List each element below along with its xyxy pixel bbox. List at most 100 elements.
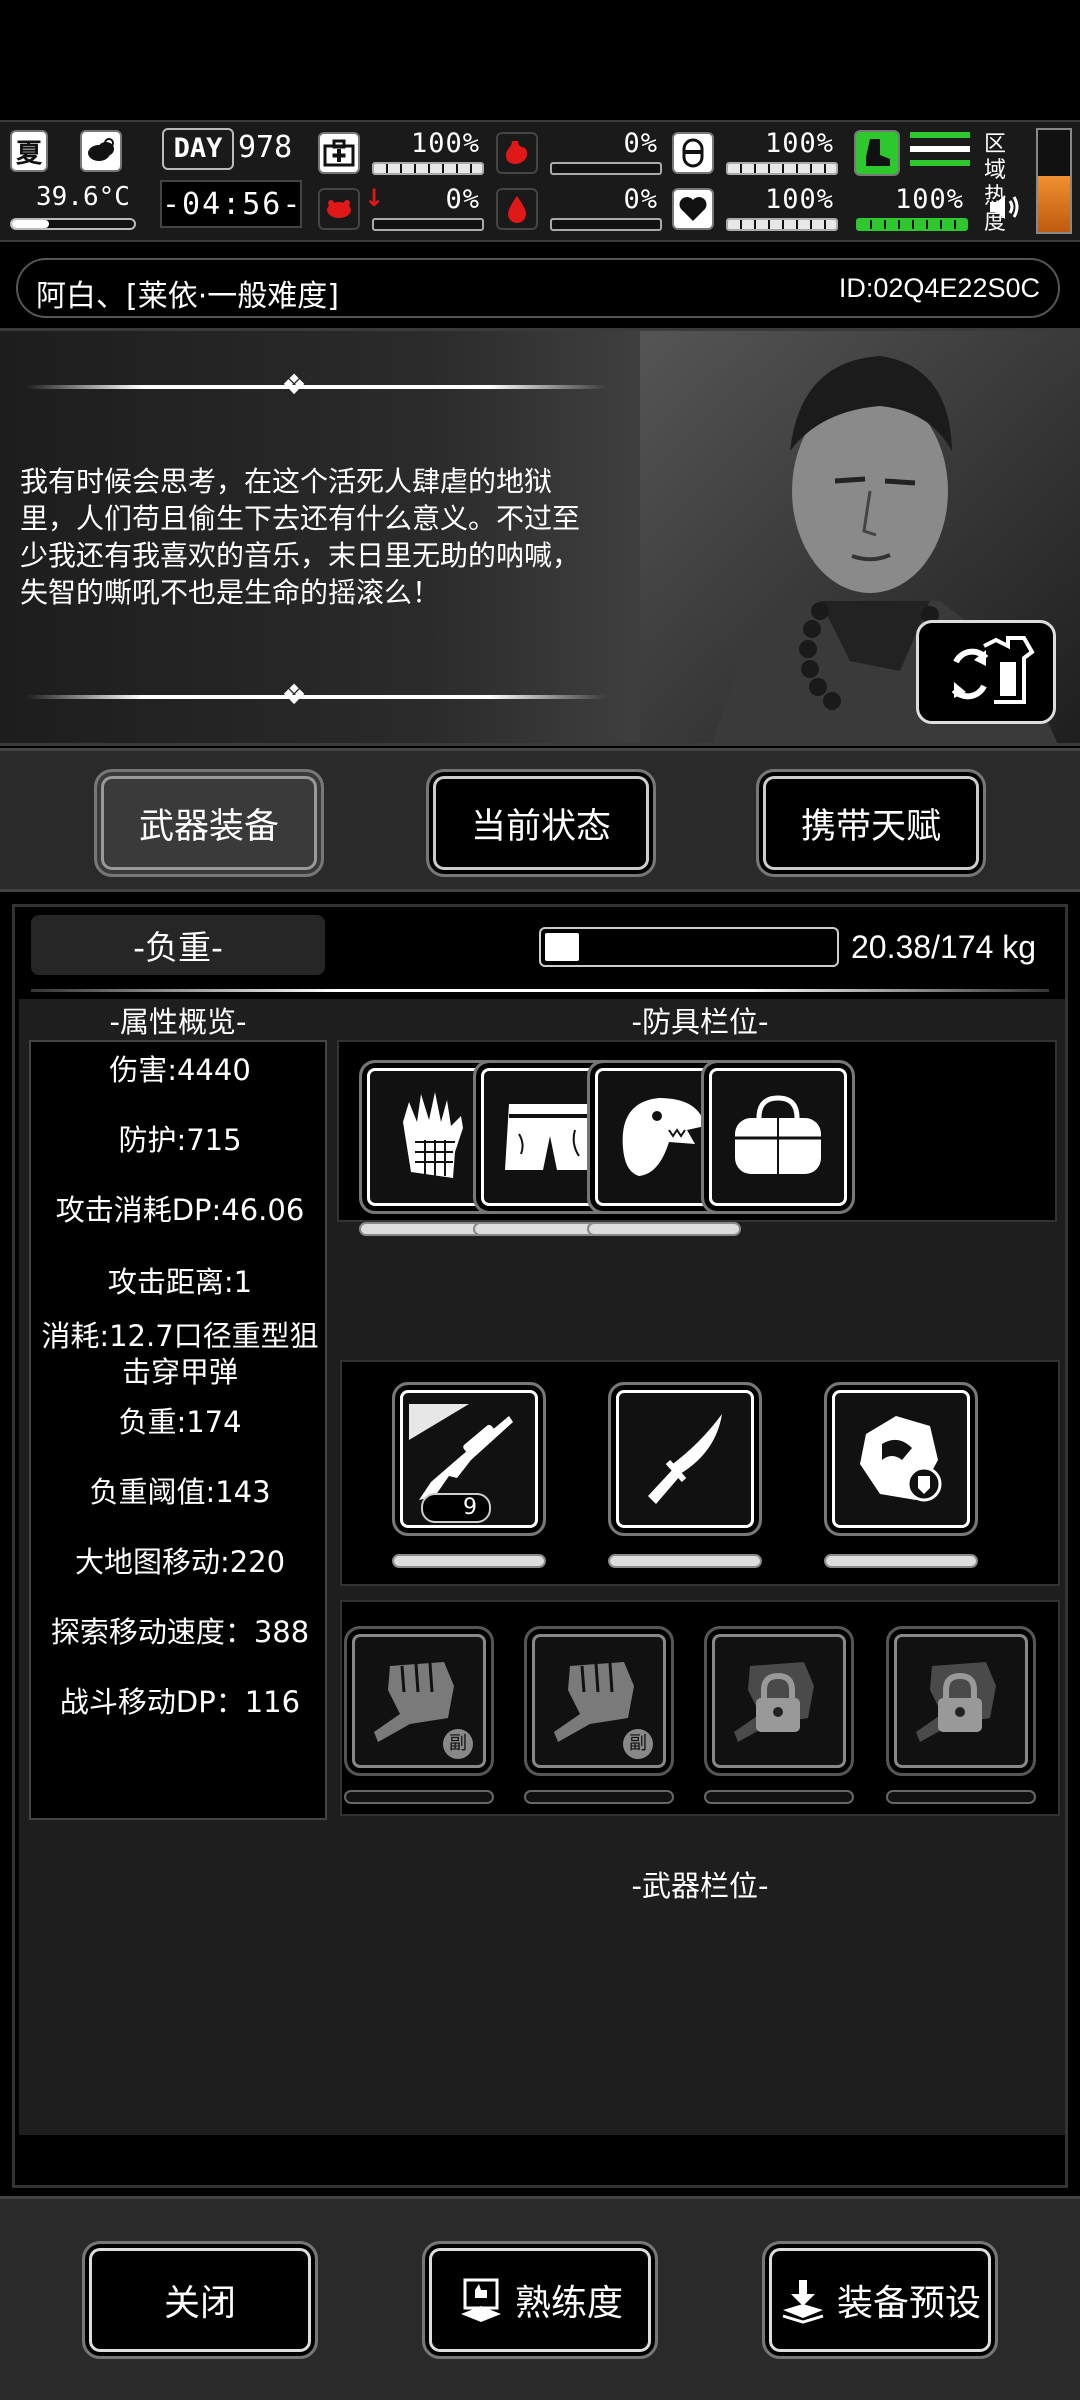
preset-download-icon xyxy=(782,2280,824,2324)
stat-load: 负重:174 xyxy=(118,1405,242,1439)
lock-icon xyxy=(734,1662,814,1742)
sub-weapon-slots: 副 副 xyxy=(340,1600,1060,1816)
proficiency-icon xyxy=(460,2278,501,2322)
close-button-label: 关闭 xyxy=(163,2283,236,2324)
status-hud: 夏 39.6°C DAY 978 -04:56- 100% ↓ 0% 0% 0%… xyxy=(0,120,1080,242)
sub-slot-4-locked[interactable] xyxy=(886,1626,1036,1776)
bleed-bar xyxy=(550,218,662,231)
ornament-icon: ❖ xyxy=(281,678,307,711)
player-id: ID:02Q4E22S0C xyxy=(838,273,1040,303)
season-icon: 夏 xyxy=(10,130,48,172)
tab-bar: 武器装备 当前状态 携带天赋 xyxy=(0,748,1080,892)
day-label: DAY xyxy=(162,128,234,170)
medkit-icon xyxy=(318,132,360,174)
load-fill xyxy=(545,933,579,961)
armor-slots: 复刻 复刻 xyxy=(337,1040,1057,1236)
sub-slot-3-locked[interactable] xyxy=(704,1626,854,1776)
bottom-action-bar: 关闭 熟练度 装备预设 xyxy=(0,2196,1080,2400)
stamina-bar xyxy=(726,162,838,175)
outfit-swap-icon xyxy=(951,636,1035,704)
proficiency-button-label: 熟练度 xyxy=(514,2283,623,2324)
change-outfit-button[interactable] xyxy=(916,620,1056,724)
move-bar xyxy=(856,218,968,231)
temperature-gauge xyxy=(10,218,136,230)
tab-carried-talents[interactable]: 携带天赋 xyxy=(756,769,986,877)
weapon-slot-shield[interactable] xyxy=(824,1382,978,1536)
sub-slot-label: 副 xyxy=(623,1729,653,1759)
stat-defense: 防护:715 xyxy=(118,1123,242,1157)
hunger-bar xyxy=(550,162,662,175)
preset-button-label: 装备预设 xyxy=(836,2283,981,2324)
load-bar xyxy=(539,927,839,967)
weapon-durability-bar xyxy=(608,1554,762,1568)
sub-slot-2[interactable]: 副 xyxy=(524,1626,674,1776)
bag-icon xyxy=(735,1095,821,1174)
proficiency-button[interactable]: 熟练度 xyxy=(422,2241,658,2359)
character-quote: 我有时候会思考，在这个活死人肆虐的地狱里，人们苟且偷生下去还有什么意义。不过至少… xyxy=(20,465,581,609)
weapon-slots: 9 xyxy=(340,1360,1060,1586)
armor-slots-title: -防具栏位- xyxy=(631,1005,769,1039)
stat-map-movement: 大地图移动:220 xyxy=(74,1545,286,1579)
lock-icon xyxy=(916,1662,996,1742)
hunger-percent: 0% xyxy=(623,128,658,159)
stat-explore-speed: 探索移动速度：388 xyxy=(50,1615,310,1649)
attributes-title: -属性概览- xyxy=(109,1005,247,1039)
stat-damage: 伤害:4440 xyxy=(109,1053,251,1087)
attributes-list: 伤害:4440 防护:715 攻击消耗DP:46.06 攻击距离:1 消耗:12… xyxy=(29,1040,327,1820)
mood-bar xyxy=(726,218,838,231)
armor-slot-bag[interactable] xyxy=(701,1060,855,1214)
stat-combat-move-dp: 战斗移动DP：116 xyxy=(59,1685,301,1719)
temperature-text: 39.6°C xyxy=(36,182,130,212)
weather-icon xyxy=(80,130,122,172)
stat-attack-range: 攻击距离:1 xyxy=(107,1265,253,1299)
move-indicator-line xyxy=(910,160,970,166)
stomach-icon xyxy=(496,132,538,174)
panel-divider xyxy=(31,989,1049,992)
move-indicator-line xyxy=(910,132,970,138)
bleed-percent: 0% xyxy=(623,184,658,215)
character-name-bar: 阿白、[莱依·一般难度] ID:02Q4E22S0C xyxy=(16,258,1060,318)
weapon-durability-bar xyxy=(824,1554,978,1568)
sub-slot-1[interactable]: 副 xyxy=(344,1626,494,1776)
weapon-slot-knife[interactable] xyxy=(608,1382,762,1536)
clock-time: -04:56- xyxy=(160,180,302,228)
health-bar xyxy=(372,162,484,175)
virus-icon xyxy=(318,188,360,230)
sub-slot-bar xyxy=(344,1790,494,1804)
weapon-slots-spacer xyxy=(337,1799,1057,1939)
stamina-icon xyxy=(672,132,714,174)
infection-percent: 0% xyxy=(445,184,480,215)
speaker-icon[interactable] xyxy=(988,192,1022,226)
sub-slot-bar xyxy=(886,1790,1036,1804)
stat-load-threshold: 负重阈值:143 xyxy=(89,1475,271,1509)
equipment-preset-button[interactable]: 装备预设 xyxy=(762,2241,998,2359)
sub-slot-bar xyxy=(704,1790,854,1804)
knife-icon xyxy=(648,1414,722,1504)
stat-attack-dp: 攻击消耗DP:46.06 xyxy=(55,1193,305,1227)
ornament-icon: ❖ xyxy=(281,368,307,401)
character-name: 阿白、[莱依·一般难度] xyxy=(36,279,339,314)
move-indicator-line xyxy=(910,146,970,152)
move-percent: 100% xyxy=(894,184,964,215)
tab-current-status[interactable]: 当前状态 xyxy=(426,769,656,877)
armor-durability-bar xyxy=(587,1222,741,1236)
weapon-slot-sniper-rifle[interactable]: 9 xyxy=(392,1382,546,1536)
sub-slot-label: 副 xyxy=(443,1729,473,1759)
boot-icon xyxy=(854,130,900,176)
tab-weapons-equipment[interactable]: 武器装备 xyxy=(94,769,324,877)
load-label: -负重- xyxy=(31,915,325,975)
ammo-count: 9 xyxy=(421,1493,491,1523)
day-counter: 978 xyxy=(238,130,293,165)
blood-drop-icon xyxy=(496,188,538,230)
weapon-durability-bar xyxy=(392,1554,546,1568)
heart-icon xyxy=(672,188,714,230)
stat-ammo-consumption: 消耗:12.7口径重型狙击穿甲弹 xyxy=(41,1319,319,1389)
health-percent: 100% xyxy=(410,128,480,159)
zone-heat-gauge xyxy=(1036,128,1072,234)
infection-bar xyxy=(372,218,484,231)
mood-percent: 100% xyxy=(764,184,834,215)
load-text: 20.38/174 kg xyxy=(851,929,1037,965)
close-button[interactable]: 关闭 xyxy=(82,2241,318,2359)
sub-slot-bar xyxy=(524,1790,674,1804)
shield-armor-icon xyxy=(860,1416,942,1502)
